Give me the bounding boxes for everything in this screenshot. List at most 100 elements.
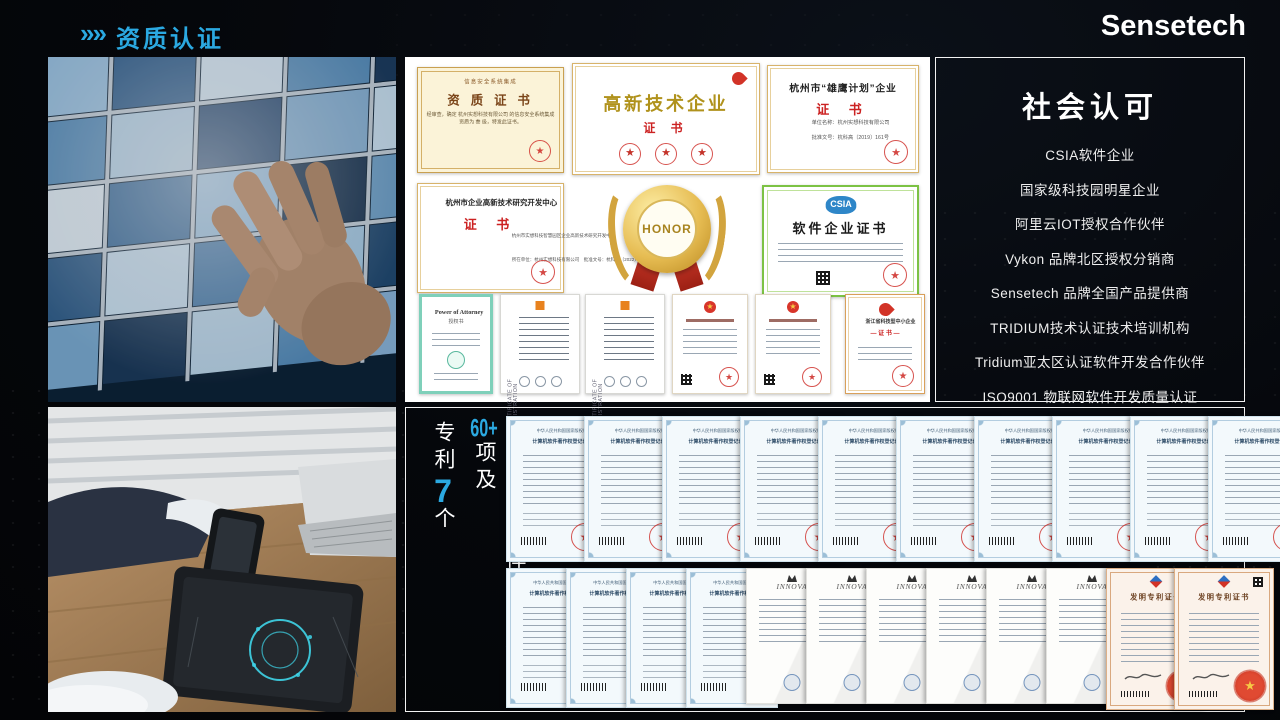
coat-of-arms-icon xyxy=(1087,575,1097,582)
certificate-iso-registration: CERTIFICATE OF REGISTRATION xyxy=(500,294,580,394)
barcode xyxy=(599,537,625,545)
qr-code xyxy=(1253,577,1263,587)
certificate-text-lines xyxy=(835,455,905,507)
certificate-text-lines xyxy=(683,329,737,359)
certificate-text-lines xyxy=(679,455,749,507)
certificate-header: 信息安全系统集成 xyxy=(451,77,531,85)
barcode xyxy=(641,683,667,691)
certificate-title-bar xyxy=(769,319,816,322)
barcode xyxy=(989,537,1015,545)
teal-seal-icon xyxy=(447,351,465,369)
caption-text: 个 xyxy=(432,507,455,534)
social-recognition-item: TRIDIUM技术认证技术培训机构 xyxy=(936,317,1244,337)
accreditation-logos xyxy=(501,376,579,387)
certificate-text-lines xyxy=(913,455,983,507)
certificate-title: Power of Attorney xyxy=(435,309,477,316)
certificate-text-lines xyxy=(434,373,478,383)
certificate-header: 中华人民共和国国家版权局 xyxy=(927,427,970,433)
barcode xyxy=(1145,537,1171,545)
certificate-security-qualification: 信息安全系统集成 资 质 证 书 经审查，确定 杭州实想科技有限公司 的信息安全… xyxy=(417,67,564,173)
chevrons-icon: »» xyxy=(80,18,105,49)
slide: »» 资质认证 Sensetech xyxy=(0,0,1280,720)
honor-medal: HONOR xyxy=(607,181,727,299)
certificate-title: 计算机软件著作权登记证书 xyxy=(1001,437,1052,445)
certificate-header: 中华人民共和国国家版权局 xyxy=(615,427,658,433)
certificate-text-lines xyxy=(757,455,827,507)
certificate-header: 中华人民共和国国家版权局 xyxy=(1239,427,1280,433)
medal-disc-icon: HONOR xyxy=(623,185,711,273)
barcode xyxy=(581,683,607,691)
copyright-certificates-row: 中华人民共和国国家版权局 计算机软件著作权登记证书 ★ 中华人民共和国国家版权局… xyxy=(506,416,1280,562)
barcode xyxy=(677,537,703,545)
blue-seal-icon xyxy=(904,674,921,691)
certificate-national-emblem: ★ ★ xyxy=(672,294,748,394)
certificate-title: 软件企业证书 xyxy=(764,218,917,237)
caption-text: 专利 xyxy=(432,421,455,475)
certificate-header: 中华人民共和国国家版权局 xyxy=(1161,427,1204,433)
signature-scribble xyxy=(1123,671,1163,683)
certificate-subtitle: — 证 书 — xyxy=(862,328,909,337)
barcode xyxy=(833,537,859,545)
certificate-title: 资 质 证 书 xyxy=(422,90,560,108)
red-emblem-seal-icon: ★ xyxy=(1235,671,1265,701)
certificate-title: 计算机软件著作权登记证书 xyxy=(767,437,818,445)
certificate-text-lines xyxy=(601,455,671,507)
coat-of-arms-icon xyxy=(907,575,917,582)
national-emblem-icon: ★ xyxy=(787,301,799,313)
medal-label: HONOR xyxy=(642,222,692,236)
certificate-high-tech-enterprise: 高新技术企业 证 书 ★★★ xyxy=(572,63,760,175)
certificate-title: 计算机软件著作权登记证书 xyxy=(845,437,896,445)
coat-of-arms-icon xyxy=(967,575,977,582)
certificate-title: 浙江省科技型中小企业 xyxy=(866,317,905,325)
social-recognition-item: Tridium亚太区认证软件开发合作伙伴 xyxy=(936,351,1244,371)
social-recognition-item: 国家级科技园明星企业 xyxy=(936,179,1244,199)
certificate-title: 计算机软件著作权登记证书 xyxy=(1235,437,1280,445)
brand-logo: Sensetech xyxy=(1101,10,1246,43)
certificate-text-lines xyxy=(604,317,654,361)
certificate-text-lines xyxy=(1225,513,1280,527)
cnipa-logo xyxy=(1218,575,1231,588)
patent-certificates-row: 中华人民共和国国家版权局 计算机软件著作权登记证书 中华人民共和国国家版权局 计… xyxy=(506,568,1274,710)
certificate-title: 杭州市“雄鹰计划”企业 xyxy=(782,81,905,95)
cnipa-logo xyxy=(1150,575,1163,588)
photo-workspace xyxy=(48,407,396,712)
certificate-text-lines xyxy=(778,243,903,267)
patents-caption-side-column: 专利7个 xyxy=(424,416,461,704)
red-seal-icon: ★ xyxy=(529,140,551,162)
certificate-header: 中华人民共和国国家版权局 xyxy=(693,427,736,433)
social-recognition-item: Sensetech 品牌全国产品提供商 xyxy=(936,282,1244,302)
photo-digital-wall xyxy=(48,57,396,402)
patents-panel: 专利7个 取得相关软件著作权共60+项及 中华人民共和国国家版权局 计算机软件著… xyxy=(405,407,1245,712)
social-recognition-item: 阿里云IOT授权合作伙伴 xyxy=(936,213,1244,233)
certificate-text-lines xyxy=(523,455,593,507)
certificate-text-lines xyxy=(1147,455,1217,507)
certificate-header: 中华人民共和国国家版权局 xyxy=(1083,427,1126,433)
social-recognition-item: Vykon 品牌北区授权分销商 xyxy=(936,248,1244,268)
certificate-header: 中华人民共和国国家版权局 xyxy=(1005,427,1048,433)
certificate-text-lines xyxy=(519,317,569,361)
barcode xyxy=(701,683,727,691)
certificate-text-lines xyxy=(1189,613,1259,663)
certificate-zhejiang-sme: 浙江省科技型中小企业 — 证 书 — ★ xyxy=(845,294,925,394)
certificate-text-lines xyxy=(991,455,1061,507)
certificate-title: 计算机软件著作权登记证书 xyxy=(923,437,974,445)
certificate-text-lines xyxy=(1069,455,1139,507)
blue-seal-icon xyxy=(1024,674,1041,691)
coat-of-arms-icon xyxy=(787,575,797,582)
certificate-title: 计算机软件著作权登记证书 xyxy=(611,437,662,445)
certificate-title: 计算机软件著作权登记证书 xyxy=(1079,437,1130,445)
certificate-text-lines xyxy=(1225,455,1280,507)
certificate-national-emblem: ★ ★ xyxy=(755,294,831,394)
workspace-illustration xyxy=(48,407,396,712)
invention-patent-certificate: 发明专利证书 ★ xyxy=(1174,568,1274,710)
barcode xyxy=(521,683,547,691)
barcode xyxy=(1223,537,1249,545)
certificate-power-of-attorney: Power of Attorney 授权书 xyxy=(419,294,493,394)
red-seal-icon: ★ xyxy=(802,367,822,387)
barcode xyxy=(1121,691,1151,697)
software-copyright-certificate: 中华人民共和国国家版权局 计算机软件著作权登记证书 ★ xyxy=(1208,416,1280,562)
red-seal-icon: ★ xyxy=(892,365,914,387)
patent-count: 7 xyxy=(425,475,461,507)
qr-code xyxy=(681,374,692,385)
certificate-line: 单位名称：杭州实想科技有限公司 xyxy=(812,118,885,126)
